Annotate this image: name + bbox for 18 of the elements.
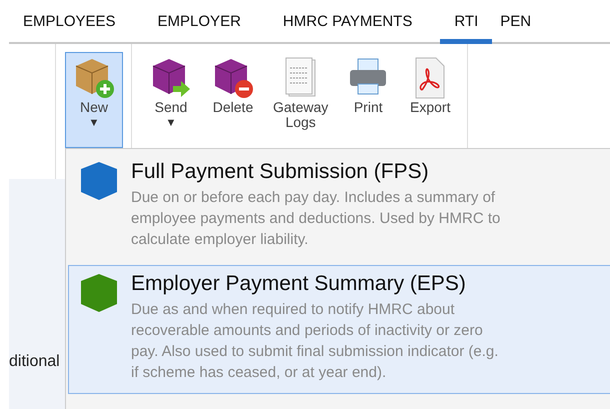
ribbon-button[interactable]: New ▼ xyxy=(65,52,123,148)
menu-item-title: Employer Payment Summary (EPS) xyxy=(131,272,467,296)
menu-item[interactable]: Full Payment Submission (FPS) Due on or before each pay day. Includes a summary of employee payments and deductions. Used by HMRC to calculate employer liability. xyxy=(68,153,610,261)
tab[interactable]: PEN xyxy=(494,0,532,44)
ribbon-button[interactable]: Print xyxy=(339,52,398,148)
ribbon-button[interactable]: Gateway Logs xyxy=(266,52,336,148)
ribbon-button[interactable]: Delete xyxy=(204,52,262,148)
menu-item-title: Full Payment Submission (FPS) xyxy=(131,160,430,184)
ribbon-button[interactable]: Export xyxy=(401,52,460,148)
menu-item-description: Due as and when required to notify HMRC about recoverable amounts and periods of inactivity or zero pay. Also used to submit final submission indicator (e.g. if scheme has ceased, or at year end). xyxy=(131,300,500,383)
tab[interactable]: EMPLOYER xyxy=(144,0,255,44)
ribbon-button[interactable]: Send ▼ xyxy=(142,52,200,148)
tab[interactable]: RTI xyxy=(440,0,492,44)
tab[interactable]: HMRC PAYMENTS xyxy=(268,0,426,44)
tab[interactable]: EMPLOYEES xyxy=(9,0,130,44)
field-label: ditional xyxy=(9,353,60,371)
menu-item[interactable] xyxy=(68,265,610,394)
menu-item-description: Due on or before each pay day. Includes a summary of employee payments and deductions. Used by HMRC to calculate employer liability. xyxy=(131,188,502,250)
